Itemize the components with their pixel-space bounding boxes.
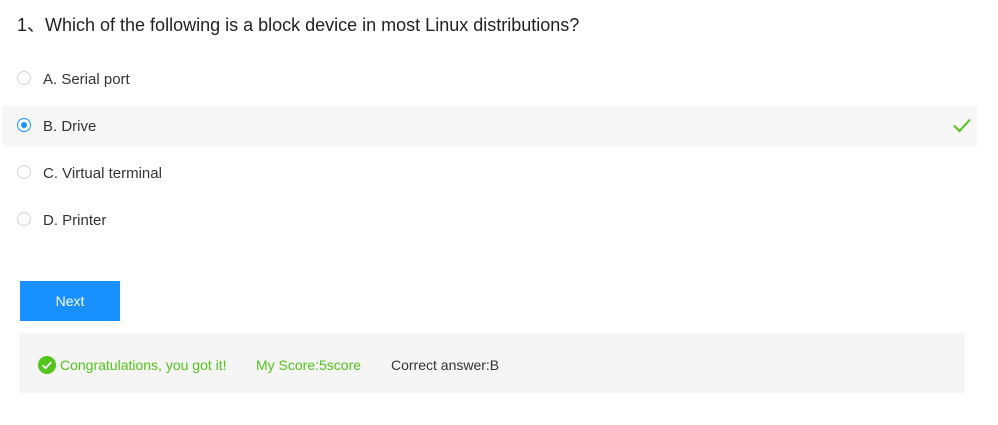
options-list: A. Serial port B. Drive C. Virtual termi… xyxy=(2,59,977,247)
check-circle-icon xyxy=(38,356,56,374)
result-panel: Congratulations, you got it! My Score:5s… xyxy=(19,333,965,393)
score-text: My Score:5score xyxy=(256,357,362,373)
radio-c[interactable] xyxy=(17,165,31,179)
correct-answer-text: Correct answer:B xyxy=(391,357,500,373)
option-b-label: B. Drive xyxy=(43,118,97,135)
option-c-label: C. Virtual terminal xyxy=(43,165,162,182)
option-d[interactable]: D. Printer xyxy=(2,200,977,241)
option-b[interactable]: B. Drive xyxy=(2,106,977,147)
question-text: 1、Which of the following is a block devi… xyxy=(17,15,580,35)
result-message: Congratulations, you got it! xyxy=(60,357,227,373)
radio-b[interactable] xyxy=(17,118,31,132)
radio-d[interactable] xyxy=(17,212,31,226)
option-c[interactable]: C. Virtual terminal xyxy=(2,153,977,194)
option-a-label: A. Serial port xyxy=(43,71,130,88)
next-button[interactable]: Next xyxy=(20,281,120,321)
check-icon xyxy=(953,118,971,133)
option-a[interactable]: A. Serial port xyxy=(2,59,977,100)
option-d-label: D. Printer xyxy=(43,212,107,229)
radio-a[interactable] xyxy=(17,71,31,85)
